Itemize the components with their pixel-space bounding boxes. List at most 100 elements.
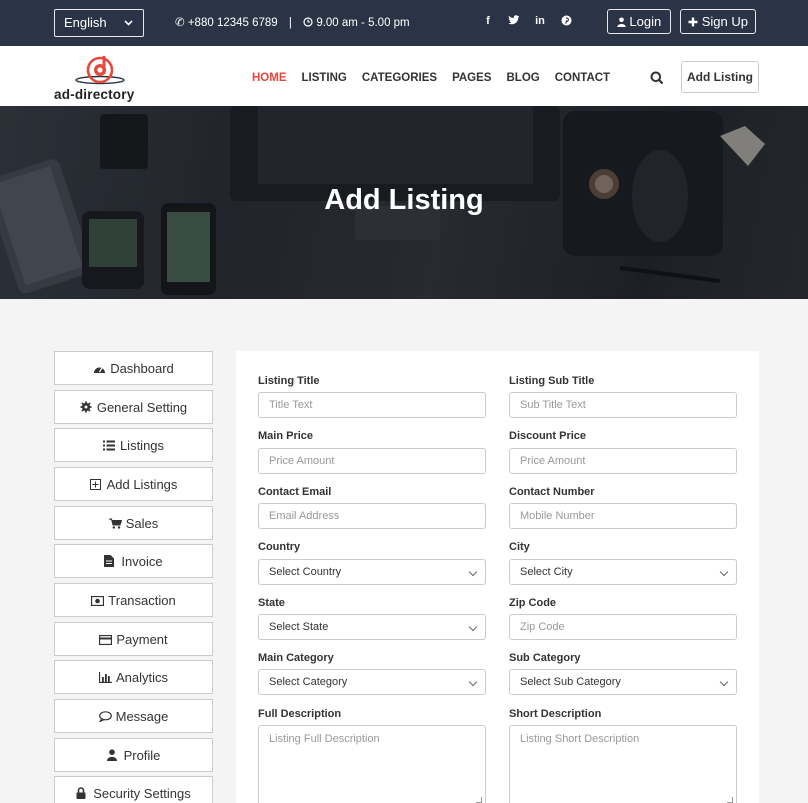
file-icon (104, 555, 118, 567)
sidebar-item-label: Add Listings (106, 476, 178, 492)
twitter-icon[interactable] (507, 15, 521, 29)
bar-chart-icon (98, 671, 113, 684)
sidebar-item-invoice[interactable]: Invoice (54, 544, 213, 578)
phone-number: +880 12345 6789 (187, 17, 278, 29)
sidebar-item-label: Payment (116, 631, 168, 647)
listing-title-input[interactable]: Title Text (258, 392, 486, 418)
social-links: f in (481, 15, 573, 29)
phone-icon: ✆ (175, 17, 185, 29)
listing-sub-title-label: Listing Sub Title (509, 375, 595, 387)
zip-code-input[interactable]: Zip Code (509, 614, 737, 640)
sidebar-item-profile[interactable]: Profile (54, 738, 213, 772)
city-label: City (509, 541, 530, 553)
language-select[interactable]: English (54, 9, 144, 37)
main-price-label: Main Price (258, 430, 314, 442)
short-description-label: Short Description (509, 708, 602, 720)
sidebar-item-label: Security Settings (93, 785, 191, 801)
sidebar-item-sales[interactable]: Sales (54, 506, 213, 540)
sidebar-item-label: Transaction (108, 592, 176, 608)
sidebar-item-dashboard[interactable]: Dashboard (54, 351, 213, 385)
city-value: Select City (520, 566, 573, 578)
nav-item-contact[interactable]: CONTACT (555, 72, 610, 84)
hero-banner: Add Listing (0, 106, 808, 299)
user-icon (106, 749, 121, 761)
country-label: Country (258, 541, 301, 553)
facebook-icon[interactable]: f (481, 15, 495, 29)
sub-category-select[interactable]: Select Sub Category (509, 669, 737, 695)
logo-mark-icon (75, 56, 125, 85)
short-description-textarea[interactable]: Listing Short Description (509, 725, 737, 803)
logo-text: ad-directory (54, 87, 135, 102)
contact-separator: | (288, 17, 292, 29)
country-value: Select Country (269, 566, 342, 578)
chevron-down-icon (124, 10, 133, 46)
nav-item-categories[interactable]: CATEGORIES (362, 72, 437, 84)
full-description-textarea[interactable]: Listing Full Description (258, 725, 486, 803)
plus-square-icon (89, 478, 104, 490)
sidebar-item-analytics[interactable]: Analytics (54, 660, 213, 694)
sidebar-item-general-setting[interactable]: General Setting (54, 390, 213, 424)
add-listing-button[interactable]: Add Listing (681, 61, 759, 93)
cart-icon (108, 517, 123, 529)
full-description-label: Full Description (258, 708, 342, 720)
state-value: Select State (269, 621, 329, 633)
chevron-down-icon (468, 677, 478, 687)
sidebar-item-message[interactable]: Message (54, 699, 213, 733)
nav-item-listing[interactable]: LISTING (302, 72, 347, 84)
sidebar-item-listings[interactable]: Listings (54, 428, 213, 462)
chevron-down-icon (719, 567, 729, 577)
gear-icon (80, 401, 94, 413)
add-listing-form: Listing Title Title Text Listing Sub Tit… (236, 351, 759, 803)
nav-item-home[interactable]: HOME (252, 72, 287, 84)
discount-price-input[interactable]: Price Amount (509, 448, 737, 474)
main-price-input[interactable]: Price Amount (258, 448, 486, 474)
state-select[interactable]: Select State (258, 614, 486, 640)
dashboard-icon (93, 362, 107, 374)
discount-price-label: Discount Price (509, 430, 587, 442)
sidebar-item-label: Message (115, 708, 169, 724)
contact-number-input[interactable]: Mobile Number (509, 503, 737, 529)
user-icon (617, 14, 630, 29)
search-icon[interactable] (650, 71, 664, 85)
sidebar-item-payment[interactable]: Payment (54, 622, 213, 656)
nav-item-blog[interactable]: BLOG (506, 72, 539, 84)
main-navigation: ad-directory HOME LISTING CATEGORIES PAG… (0, 46, 808, 106)
city-select[interactable]: Select City (509, 559, 737, 585)
lock-icon (76, 787, 90, 799)
state-label: State (258, 597, 285, 609)
signup-label: Sign Up (701, 14, 748, 29)
full-description-placeholder: Listing Full Description (269, 733, 380, 745)
contact-email-input[interactable]: Email Address (258, 503, 486, 529)
main-category-value: Select Category (269, 676, 348, 688)
main-category-select[interactable]: Select Category (258, 669, 486, 695)
site-logo[interactable]: ad-directory (54, 50, 150, 102)
sidebar-item-label: Listings (119, 437, 165, 453)
sidebar-item-security-settings[interactable]: Security Settings (54, 776, 213, 803)
list-icon (102, 439, 117, 451)
contact-number-label: Contact Number (509, 486, 595, 498)
listing-sub-title-input[interactable]: Sub Title Text (509, 392, 737, 418)
short-description-placeholder: Listing Short Description (520, 733, 640, 745)
sidebar-item-label: Analytics (115, 669, 169, 685)
linkedin-icon[interactable]: in (533, 15, 547, 29)
zip-code-label: Zip Code (509, 597, 557, 609)
nav-menu: HOME LISTING CATEGORIES PAGES BLOG CONTA… (252, 72, 625, 84)
sidebar-item-label: Dashboard (110, 360, 174, 376)
sidebar-item-label: Sales (125, 515, 159, 531)
login-button[interactable]: Login (607, 9, 671, 34)
signup-button[interactable]: Sign Up (680, 9, 756, 34)
language-value: English (64, 15, 107, 30)
page-title: Add Listing (324, 184, 484, 216)
main-category-label: Main Category (258, 652, 334, 664)
resize-handle-icon[interactable] (727, 797, 733, 803)
nav-item-pages[interactable]: PAGES (452, 72, 491, 84)
login-label: Login (629, 14, 662, 29)
pinterest-icon[interactable] (559, 15, 573, 29)
sidebar-item-label: General Setting (96, 399, 188, 415)
plus-icon (688, 14, 702, 29)
country-select[interactable]: Select Country (258, 559, 486, 585)
contact-email-label: Contact Email (258, 486, 332, 498)
sidebar-item-transaction[interactable]: Transaction (54, 583, 213, 617)
resize-handle-icon[interactable] (476, 797, 482, 803)
sidebar-item-add-listings[interactable]: Add Listings (54, 467, 213, 501)
